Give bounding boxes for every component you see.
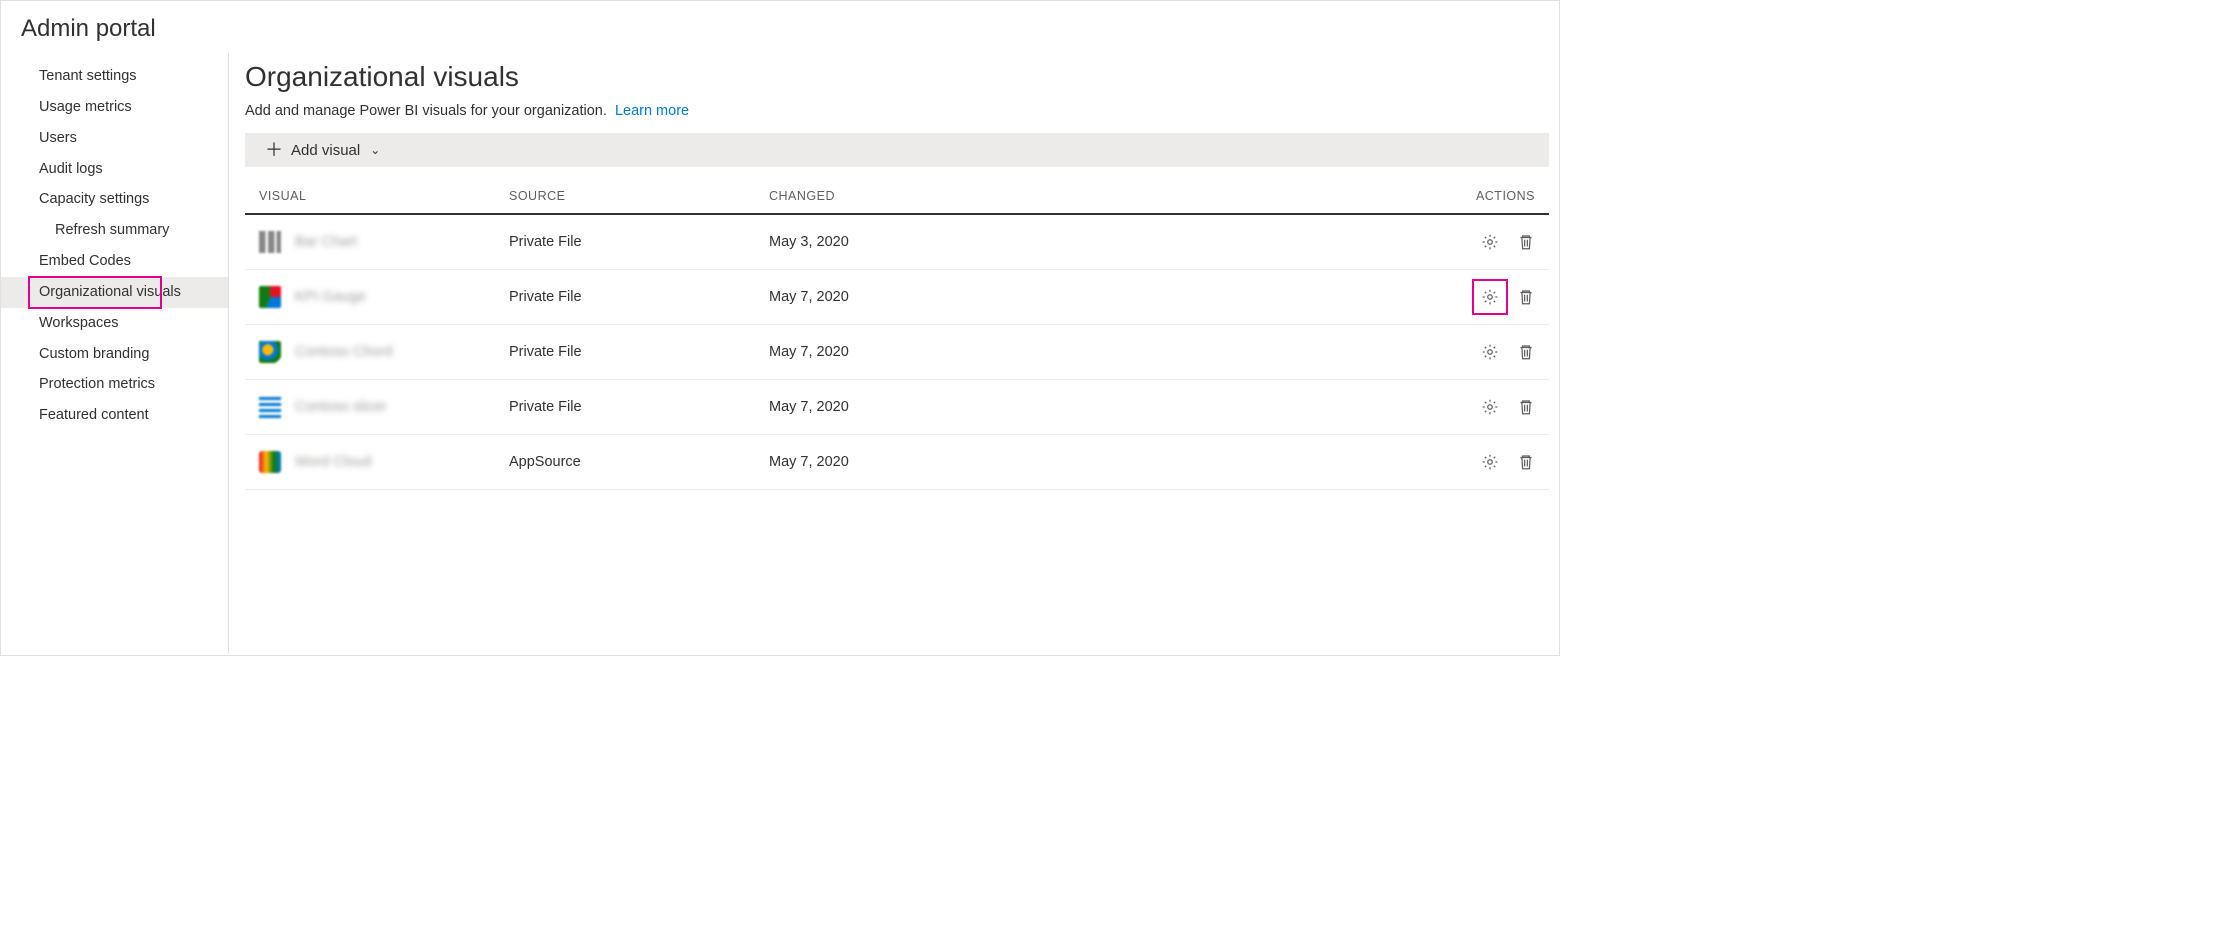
visual-name: Contoso Chord — [295, 344, 393, 360]
gear-icon[interactable] — [1481, 233, 1499, 251]
visual-icon — [259, 341, 281, 363]
table-row: Word Cloud AppSourceMay 7, 2020 — [245, 435, 1549, 490]
learn-more-link[interactable]: Learn more — [615, 103, 689, 119]
sidebar-item-capacity-settings[interactable]: Capacity settings — [1, 184, 228, 215]
subtitle-text: Add and manage Power BI visuals for your… — [245, 103, 607, 119]
table-row: KPI Gauge Private FileMay 7, 2020 — [245, 270, 1549, 325]
cell-source: Private File — [509, 234, 769, 250]
visuals-table: VISUAL SOURCE CHANGED ACTIONS Bar Chart P… — [245, 167, 1549, 490]
sidebar-item-audit-logs[interactable]: Audit logs — [1, 154, 228, 185]
table-header: VISUAL SOURCE CHANGED ACTIONS — [245, 167, 1549, 215]
cell-source: Private File — [509, 399, 769, 415]
cell-actions — [1445, 453, 1535, 471]
visual-name: KPI Gauge — [295, 289, 366, 305]
sidebar-item-workspaces[interactable]: Workspaces — [1, 308, 228, 339]
body: Tenant settingsUsage metricsUsersAudit l… — [1, 53, 1559, 653]
trash-icon[interactable] — [1517, 233, 1535, 251]
cell-changed: May 7, 2020 — [769, 289, 1445, 305]
col-header-visual[interactable]: VISUAL — [259, 189, 509, 203]
page-subtitle: Add and manage Power BI visuals for your… — [245, 103, 1549, 119]
sidebar-item-embed-codes[interactable]: Embed Codes — [1, 246, 228, 277]
page-header-title: Admin portal — [1, 1, 1559, 53]
plus-icon: ＋ — [265, 141, 283, 159]
chevron-down-icon: ⌄ — [370, 143, 380, 157]
sidebar-item-refresh-summary[interactable]: Refresh summary — [1, 215, 228, 246]
page-title: Organizational visuals — [245, 61, 1549, 93]
col-header-actions: ACTIONS — [1445, 189, 1535, 203]
cell-source: AppSource — [509, 454, 769, 470]
visual-icon — [259, 451, 281, 473]
cell-changed: May 7, 2020 — [769, 454, 1445, 470]
col-header-changed[interactable]: CHANGED — [769, 189, 1445, 203]
cell-source: Private File — [509, 289, 769, 305]
cell-changed: May 7, 2020 — [769, 399, 1445, 415]
cell-changed: May 7, 2020 — [769, 344, 1445, 360]
cell-changed: May 3, 2020 — [769, 234, 1445, 250]
sidebar: Tenant settingsUsage metricsUsersAudit l… — [1, 53, 229, 653]
visual-icon — [259, 231, 281, 253]
sidebar-item-organizational-visuals[interactable]: Organizational visuals — [1, 277, 228, 308]
cell-visual: Word Cloud — [259, 451, 509, 473]
sidebar-item-tenant-settings[interactable]: Tenant settings — [1, 61, 228, 92]
trash-icon[interactable] — [1517, 453, 1535, 471]
admin-portal-window: Admin portal Tenant settingsUsage metric… — [0, 0, 1560, 656]
trash-icon[interactable] — [1517, 343, 1535, 361]
visual-icon — [259, 396, 281, 418]
gear-icon[interactable] — [1481, 343, 1499, 361]
gear-icon[interactable] — [1481, 453, 1499, 471]
table-body: Bar ChartPrivate FileMay 3, 2020KPI Gaug… — [245, 215, 1549, 490]
sidebar-item-featured-content[interactable]: Featured content — [1, 400, 228, 431]
sidebar-item-users[interactable]: Users — [1, 123, 228, 154]
trash-icon[interactable] — [1517, 288, 1535, 306]
visual-name: Bar Chart — [295, 234, 357, 250]
gear-icon[interactable] — [1481, 288, 1499, 306]
table-row: Contoso Chord Private FileMay 7, 2020 — [245, 325, 1549, 380]
main-content: Organizational visuals Add and manage Po… — [229, 53, 1559, 653]
cell-actions — [1445, 398, 1535, 416]
trash-icon[interactable] — [1517, 398, 1535, 416]
sidebar-item-usage-metrics[interactable]: Usage metrics — [1, 92, 228, 123]
visual-icon — [259, 286, 281, 308]
table-row: Contoso slicer Private FileMay 7, 2020 — [245, 380, 1549, 435]
table-row: Bar Chart Private FileMay 3, 2020 — [245, 215, 1549, 270]
cell-actions — [1445, 343, 1535, 361]
cell-source: Private File — [509, 344, 769, 360]
add-visual-button[interactable]: ＋ Add visual ⌄ — [245, 133, 1549, 167]
add-visual-label: Add visual — [291, 142, 360, 159]
cell-visual: KPI Gauge — [259, 286, 509, 308]
visual-name: Contoso slicer — [295, 399, 387, 415]
cell-actions — [1445, 233, 1535, 251]
cell-actions — [1445, 288, 1535, 306]
gear-icon[interactable] — [1481, 398, 1499, 416]
sidebar-item-protection-metrics[interactable]: Protection metrics — [1, 369, 228, 400]
cell-visual: Bar Chart — [259, 231, 509, 253]
cell-visual: Contoso Chord — [259, 341, 509, 363]
sidebar-item-custom-branding[interactable]: Custom branding — [1, 339, 228, 370]
cell-visual: Contoso slicer — [259, 396, 509, 418]
col-header-source[interactable]: SOURCE — [509, 189, 769, 203]
visual-name: Word Cloud — [295, 454, 371, 470]
